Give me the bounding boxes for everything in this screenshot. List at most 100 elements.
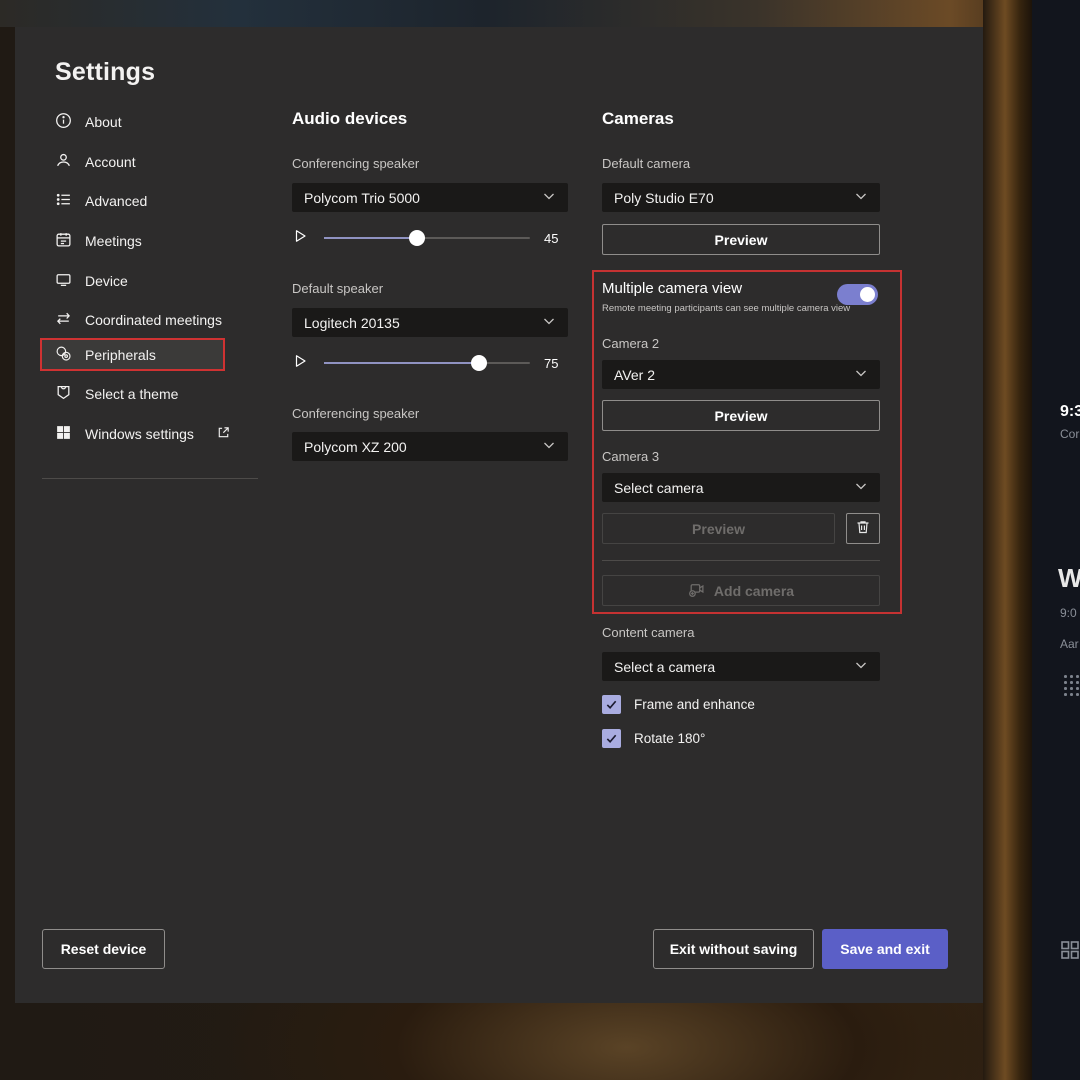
exit-without-saving-button[interactable]: Exit without saving xyxy=(653,929,814,969)
swap-arrows-icon xyxy=(55,310,72,330)
add-camera-label: Add camera xyxy=(714,583,794,599)
meetings-side-panel: 9:3 Cor W 9:0 Aar xyxy=(1032,0,1080,1080)
multiple-camera-view-section: Multiple camera view Remote meeting part… xyxy=(592,270,902,614)
conferencing-speaker-label: Conferencing speaker xyxy=(292,156,419,171)
chevron-down-icon xyxy=(854,479,868,496)
monitor-icon xyxy=(55,271,72,291)
meeting-organizer: Aar xyxy=(1060,637,1079,651)
section-divider xyxy=(602,560,880,561)
content-camera-label: Content camera xyxy=(602,625,695,640)
sidebar-item-meetings[interactable]: Meetings xyxy=(55,227,142,255)
conferencing-speaker-2-select[interactable]: Polycom XZ 200 xyxy=(292,432,568,461)
rotate-180-row: Rotate 180° xyxy=(602,729,705,748)
reset-device-button[interactable]: Reset device xyxy=(42,929,165,969)
sidebar-item-label: Account xyxy=(85,154,136,170)
info-icon xyxy=(55,112,72,132)
background-photo-top xyxy=(0,0,1080,27)
camera-2-preview-button[interactable]: Preview xyxy=(602,400,880,431)
sidebar-item-label: Peripherals xyxy=(85,347,156,363)
sidebar-item-select-a-theme[interactable]: Select a theme xyxy=(55,380,178,408)
save-and-exit-button[interactable]: Save and exit xyxy=(822,929,948,969)
volume-slider-fill xyxy=(324,237,417,239)
play-icon[interactable] xyxy=(292,353,308,374)
person-icon xyxy=(55,152,72,172)
camera-2-value: AVer 2 xyxy=(614,367,854,383)
sidebar-divider xyxy=(42,478,258,479)
meeting-time-2: 9:0 xyxy=(1060,606,1077,620)
camera-2-select[interactable]: AVer 2 xyxy=(602,360,880,389)
default-speaker-volume-row: 75 xyxy=(292,349,568,377)
volume-slider[interactable] xyxy=(324,362,530,364)
background-photo-right xyxy=(983,0,1032,1080)
frame-and-enhance-checkbox[interactable] xyxy=(602,695,621,714)
content-camera-select[interactable]: Select a camera xyxy=(602,652,880,681)
trash-icon xyxy=(855,519,871,538)
play-icon[interactable] xyxy=(292,228,308,249)
default-camera-value: Poly Studio E70 xyxy=(614,190,854,206)
chevron-down-icon xyxy=(542,314,556,331)
default-speaker-label: Default speaker xyxy=(292,281,383,296)
camera-3-value: Select camera xyxy=(614,480,854,496)
camera-3-delete-button[interactable] xyxy=(846,513,880,544)
external-link-icon xyxy=(216,425,231,443)
sidebar-item-label: Advanced xyxy=(85,193,147,209)
volume-value: 75 xyxy=(544,356,568,371)
chevron-down-icon xyxy=(854,366,868,383)
conferencing-speaker-2-value: Polycom XZ 200 xyxy=(304,439,542,455)
sidebar-item-label: Meetings xyxy=(85,233,142,249)
conferencing-speaker-value: Polycom Trio 5000 xyxy=(304,190,542,206)
default-speaker-value: Logitech 20135 xyxy=(304,315,542,331)
sidebar-item-account[interactable]: Account xyxy=(55,148,136,176)
meeting-heading: W xyxy=(1058,563,1080,594)
default-speaker-select[interactable]: Logitech 20135 xyxy=(292,308,568,337)
meeting-title: Cor xyxy=(1060,427,1079,441)
checkbox-label: Frame and enhance xyxy=(634,697,755,712)
rotate-180-checkbox[interactable] xyxy=(602,729,621,748)
settings-panel: Settings About Account Advanced Meetings… xyxy=(15,27,983,1003)
grid-view-icon[interactable] xyxy=(1060,940,1080,965)
calendar-icon xyxy=(55,231,72,251)
sidebar-item-peripherals[interactable]: Peripherals xyxy=(40,338,225,371)
multiple-camera-view-title: Multiple camera view xyxy=(602,280,742,297)
chevron-down-icon xyxy=(854,658,868,675)
sidebar-item-label: Windows settings xyxy=(85,426,194,442)
sidebar-item-advanced[interactable]: Advanced xyxy=(55,187,147,215)
add-camera-icon xyxy=(688,581,705,601)
sidebar-item-label: Coordinated meetings xyxy=(85,312,222,328)
add-camera-button[interactable]: Add camera xyxy=(602,575,880,606)
peripherals-icon xyxy=(55,345,72,365)
dialpad-icon[interactable] xyxy=(1064,675,1080,705)
default-camera-select[interactable]: Poly Studio E70 xyxy=(602,183,880,212)
volume-slider[interactable] xyxy=(324,237,530,239)
volume-slider-thumb[interactable] xyxy=(409,230,425,246)
sidebar-item-device[interactable]: Device xyxy=(55,267,128,295)
camera-3-select[interactable]: Select camera xyxy=(602,473,880,502)
sidebar-item-label: Device xyxy=(85,273,128,289)
sidebar-item-coordinated-meetings[interactable]: Coordinated meetings xyxy=(55,306,222,334)
frame-and-enhance-row: Frame and enhance xyxy=(602,695,755,714)
camera-3-preview-button[interactable]: Preview xyxy=(602,513,835,544)
multiple-camera-view-toggle[interactable] xyxy=(837,284,878,305)
chevron-down-icon xyxy=(542,189,556,206)
chevron-down-icon xyxy=(542,438,556,455)
toggle-knob xyxy=(860,287,875,302)
default-camera-preview-button[interactable]: Preview xyxy=(602,224,880,255)
camera-2-label: Camera 2 xyxy=(602,336,659,351)
volume-slider-thumb[interactable] xyxy=(471,355,487,371)
conferencing-speaker-2-label: Conferencing speaker xyxy=(292,406,419,421)
content-camera-value: Select a camera xyxy=(614,659,854,675)
conferencing-speaker-select[interactable]: Polycom Trio 5000 xyxy=(292,183,568,212)
windows-icon xyxy=(55,424,72,444)
meeting-time: 9:3 xyxy=(1060,403,1080,421)
chevron-down-icon xyxy=(854,189,868,206)
sidebar-item-windows-settings[interactable]: Windows settings xyxy=(55,420,231,448)
default-camera-label: Default camera xyxy=(602,156,690,171)
sidebar-item-about[interactable]: About xyxy=(55,108,122,136)
volume-slider-fill xyxy=(324,362,479,364)
list-icon xyxy=(55,191,72,211)
camera-3-label: Camera 3 xyxy=(602,449,659,464)
cameras-heading: Cameras xyxy=(602,109,674,129)
volume-value: 45 xyxy=(544,231,568,246)
sidebar-item-label: About xyxy=(85,114,122,130)
sidebar-item-label: Select a theme xyxy=(85,386,178,402)
